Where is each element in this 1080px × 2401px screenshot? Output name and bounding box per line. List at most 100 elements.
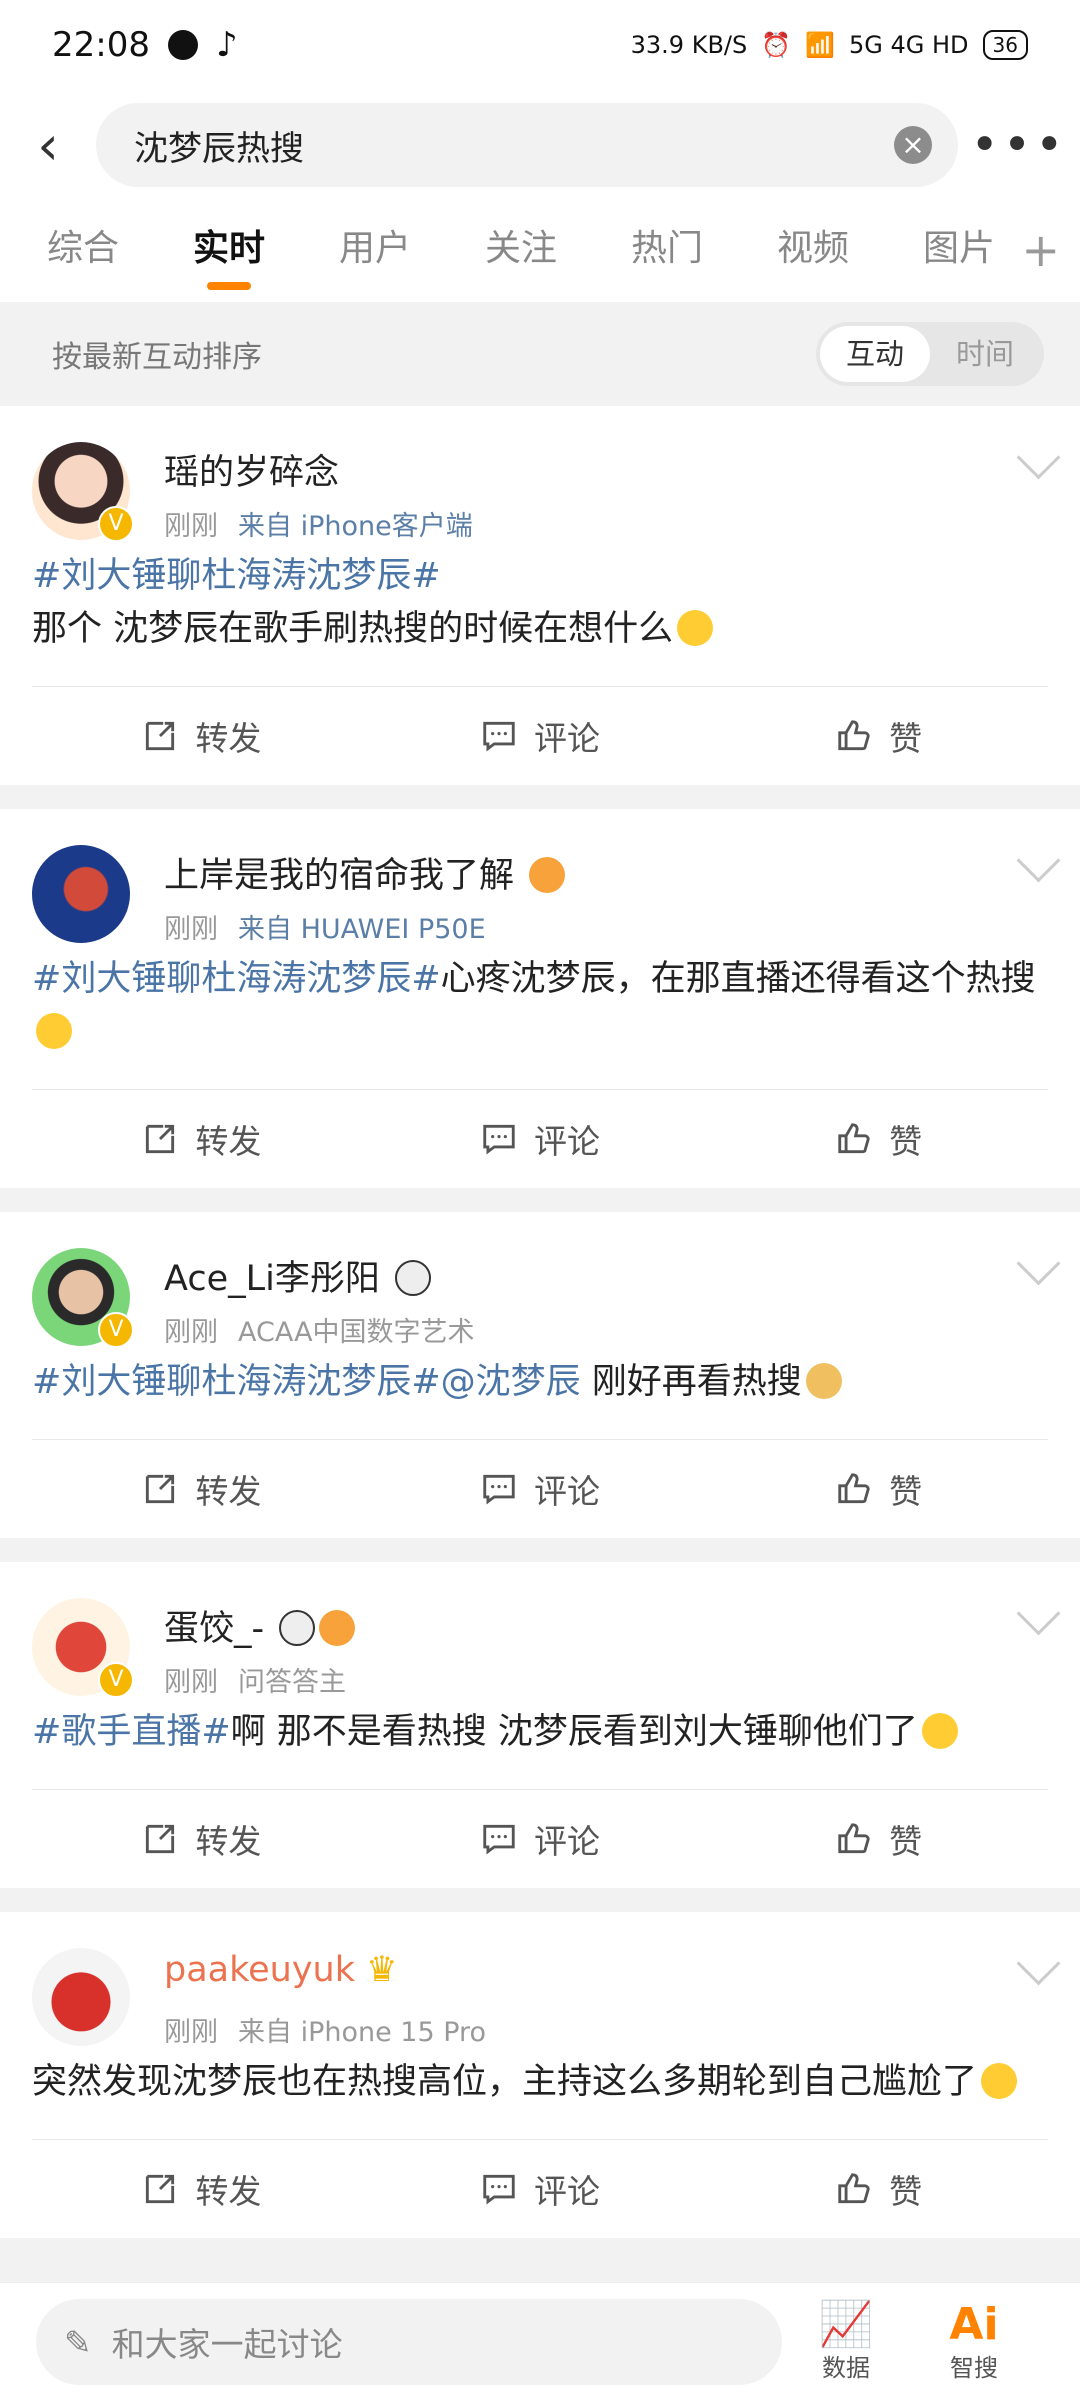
- ai-label: 智搜: [950, 2353, 998, 2382]
- hashtag-link[interactable]: #刘大锤聊杜海涛沈梦辰#: [32, 959, 441, 999]
- post-actions: 转发 评论 赞: [32, 1089, 1048, 1188]
- comment-button[interactable]: 评论: [371, 2165, 710, 2213]
- repost-button[interactable]: 转发: [32, 2165, 371, 2213]
- chevron-down-icon[interactable]: [1016, 1591, 1061, 1636]
- like-button[interactable]: 赞: [709, 2165, 1048, 2213]
- post-card[interactable]: 上岸是我的宿命我了解 刚刚 来自 HUAWEI P50E #刘大锤聊杜海涛沈梦辰#…: [0, 809, 1080, 1188]
- post-card[interactable]: V Ace_Li李彤阳 刚刚 ACAA中国数字艺术 #刘大锤聊杜海涛沈梦辰#@沈梦…: [0, 1212, 1080, 1538]
- avatar[interactable]: [32, 1948, 130, 2046]
- thumbs-up-icon: [838, 1823, 870, 1854]
- post-actions: 转发 评论 赞: [32, 1439, 1048, 1538]
- chart-icon: 📈: [818, 2298, 874, 2350]
- sort-interaction-button[interactable]: 互动: [820, 326, 930, 382]
- back-icon[interactable]: ‹: [0, 114, 96, 177]
- like-button[interactable]: 赞: [709, 712, 1048, 760]
- post-meta: 刚刚 来自 iPhone客户端: [164, 504, 473, 543]
- pen-icon: ✎: [64, 2322, 92, 2362]
- post-card[interactable]: paakeuyuk ♛ 刚刚 来自 iPhone 15 Pro 突然发现沈梦辰也在…: [0, 1912, 1080, 2238]
- comment-label: 评论: [534, 719, 600, 758]
- comment-icon: [483, 2174, 515, 2205]
- post-content: 那个 沈梦辰在歌手刷热搜的时候在想什么: [32, 609, 674, 649]
- sort-toggle: 互动 时间: [816, 322, 1044, 386]
- chevron-down-icon[interactable]: [1016, 1241, 1061, 1286]
- pufferfish-emoji-icon: [319, 1610, 356, 1646]
- username[interactable]: 上岸是我的宿命我了解: [164, 847, 566, 898]
- tab-video[interactable]: 视频: [740, 200, 886, 302]
- hashtag-link[interactable]: #刘大锤聊杜海涛沈梦辰#: [32, 556, 441, 596]
- username[interactable]: 瑶的岁碎念: [164, 444, 339, 495]
- search-input[interactable]: 沈梦辰热搜 ×: [96, 103, 958, 187]
- repost-button[interactable]: 转发: [32, 1465, 371, 1513]
- comment-label: 评论: [534, 1822, 600, 1861]
- username[interactable]: 蛋饺_-: [164, 1600, 356, 1651]
- comment-button[interactable]: 评论: [371, 1465, 710, 1513]
- chevron-down-icon[interactable]: [1016, 1941, 1061, 1986]
- search-query: 沈梦辰热搜: [134, 128, 304, 169]
- like-label: 赞: [889, 1472, 923, 1511]
- comment-icon: [483, 1824, 515, 1855]
- post-header: V 蛋饺_- 刚刚 问答答主: [0, 1562, 1080, 1698]
- thumbs-up-icon: [838, 2173, 870, 2204]
- hashtag-link[interactable]: #刘大锤聊杜海涛沈梦辰#: [32, 1362, 441, 1402]
- repost-button[interactable]: 转发: [32, 712, 371, 760]
- tab-hot[interactable]: 热门: [594, 200, 740, 302]
- battery-icon: 36: [982, 30, 1028, 60]
- like-label: 赞: [889, 1822, 923, 1861]
- add-tab-icon[interactable]: +: [1021, 200, 1060, 302]
- post-text: #歌手直播#啊 那不是看热搜 沈梦辰看到刘大锤聊他们了: [0, 1696, 1080, 1789]
- search-header: ‹ 沈梦辰热搜 × •••: [0, 90, 1080, 200]
- discuss-input[interactable]: ✎ 和大家一起讨论: [36, 2299, 782, 2385]
- status-icons: 33.9 KB/S ⏰ 📶 5G 4G HD 36: [631, 30, 1028, 60]
- username[interactable]: Ace_Li李彤阳: [164, 1250, 431, 1301]
- comment-icon: [483, 1124, 515, 1155]
- post-meta: 刚刚 来自 iPhone 15 Pro: [164, 2010, 486, 2049]
- comment-button[interactable]: 评论: [371, 712, 710, 760]
- repost-label: 转发: [195, 1122, 262, 1161]
- like-button[interactable]: 赞: [709, 1465, 1048, 1513]
- repost-button[interactable]: 转发: [32, 1115, 371, 1163]
- wifi-icon: 📶: [805, 31, 836, 59]
- post-card[interactable]: V 瑶的岁碎念 刚刚 来自 iPhone客户端 #刘大锤聊杜海涛沈梦辰# 那个 沈…: [0, 406, 1080, 785]
- hashtag-link[interactable]: #歌手直播#: [32, 1712, 231, 1752]
- verified-icon: V: [98, 1662, 134, 1698]
- more-icon[interactable]: •••: [958, 117, 1080, 173]
- repost-icon: [146, 721, 175, 751]
- post-text: #刘大锤聊杜海涛沈梦辰#@沈梦辰 刚好再看热搜: [0, 1346, 1080, 1439]
- ai-search-button[interactable]: Ai 智搜: [910, 2301, 1038, 2383]
- thumbs-up-icon: [838, 1473, 870, 1504]
- post-time: 刚刚: [164, 511, 218, 542]
- username[interactable]: paakeuyuk ♛: [164, 1950, 398, 1990]
- avatar[interactable]: [32, 845, 130, 943]
- laughing-crying-emoji-icon: [36, 1013, 72, 1049]
- clear-icon[interactable]: ×: [894, 126, 932, 164]
- post-content: 啊 那不是看热搜 沈梦辰看到刘大锤聊他们了: [230, 1712, 918, 1752]
- tab-following[interactable]: 关注: [448, 200, 594, 302]
- post-source: 来自 HUAWEI P50E: [238, 914, 486, 945]
- chevron-down-icon[interactable]: [1016, 838, 1061, 883]
- comment-label: 评论: [534, 1122, 600, 1161]
- mention-link[interactable]: @沈梦辰: [441, 1362, 581, 1402]
- tab-images[interactable]: 图片: [886, 200, 1032, 302]
- post-header: V 瑶的岁碎念 刚刚 来自 iPhone客户端: [0, 406, 1080, 543]
- sort-bar: 按最新互动排序 互动 时间: [0, 302, 1080, 406]
- like-button[interactable]: 赞: [709, 1115, 1048, 1163]
- post-card[interactable]: V 蛋饺_- 刚刚 问答答主 #歌手直播#啊 那不是看热搜 沈梦辰看到刘大锤聊他们…: [0, 1562, 1080, 1888]
- like-button[interactable]: 赞: [709, 1815, 1048, 1863]
- like-label: 赞: [889, 2172, 923, 2211]
- chevron-down-icon[interactable]: [1016, 435, 1061, 480]
- tab-comprehensive[interactable]: 综合: [10, 200, 156, 302]
- tab-realtime[interactable]: 实时: [156, 200, 302, 302]
- tab-users[interactable]: 用户: [302, 200, 448, 302]
- comment-button[interactable]: 评论: [371, 1115, 710, 1163]
- data-button[interactable]: 📈 数据: [782, 2298, 910, 2383]
- comment-button[interactable]: 评论: [371, 1815, 710, 1863]
- sort-time-button[interactable]: 时间: [930, 326, 1040, 382]
- doge-emoji-icon: [805, 1363, 842, 1399]
- repost-button[interactable]: 转发: [32, 1815, 371, 1863]
- network-speed: 33.9 KB/S: [630, 31, 748, 59]
- repost-label: 转发: [195, 719, 262, 758]
- post-source: ACAA中国数字艺术: [238, 1317, 475, 1348]
- verified-icon: V: [98, 506, 134, 542]
- laughing-emoji-icon: [921, 1713, 958, 1749]
- post-text: 突然发现沈梦辰也在热搜高位，主持这么多期轮到自己尴尬了: [0, 2046, 1080, 2139]
